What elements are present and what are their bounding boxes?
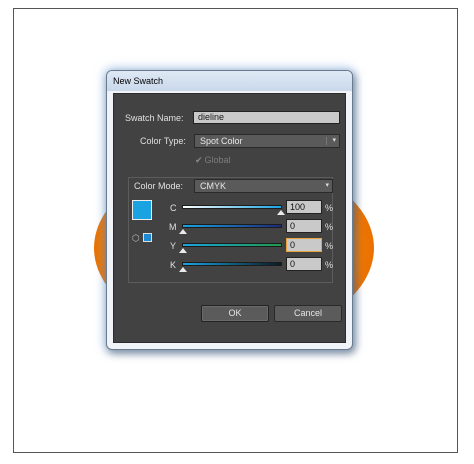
web-safe-color-swatch[interactable] (143, 233, 152, 242)
check-icon: ✔ (195, 155, 203, 165)
swatch-name-label: Swatch Name: (125, 113, 184, 123)
cyan-slider-thumb[interactable] (277, 210, 285, 215)
ok-button[interactable]: OK (201, 305, 269, 322)
dropdown-divider (326, 137, 327, 145)
dialog-titlebar[interactable]: New Swatch (107, 71, 352, 91)
black-value-input[interactable]: 0 (286, 257, 322, 271)
yellow-slider-thumb[interactable] (179, 248, 187, 253)
cyan-slider-track[interactable] (182, 205, 282, 209)
slider-label-c: C (170, 203, 177, 213)
color-mode-dropdown[interactable]: CMYK ▾ (194, 179, 333, 193)
cyan-percent: % (325, 203, 334, 213)
color-mode-value: CMYK (200, 181, 227, 191)
magenta-slider-track[interactable] (182, 224, 282, 228)
black-percent: % (325, 260, 334, 270)
color-preview-swatch (132, 200, 152, 220)
magenta-percent: % (325, 222, 334, 232)
out-of-gamut-cube-icon[interactable]: ⬡ (132, 233, 140, 244)
magenta-value-input[interactable]: 0 (286, 219, 322, 233)
chevron-down-icon: ▾ (325, 182, 329, 189)
slider-label-y: Y (170, 241, 177, 251)
dialog-title: New Swatch (113, 76, 164, 86)
swatch-name-input[interactable]: dieline (193, 111, 340, 124)
cyan-value-input[interactable]: 100 (286, 200, 322, 214)
slider-label-k: K (170, 260, 177, 270)
color-type-label: Color Type: (140, 136, 186, 146)
black-slider-track[interactable] (182, 262, 282, 266)
cancel-button[interactable]: Cancel (274, 305, 342, 322)
global-checkbox[interactable]: ✔ Global (195, 155, 231, 166)
chevron-down-icon: ▾ (332, 137, 336, 144)
yellow-percent: % (325, 241, 334, 251)
yellow-slider-track[interactable] (182, 243, 282, 247)
black-slider-thumb[interactable] (179, 267, 187, 272)
slider-label-m: M (169, 222, 177, 232)
yellow-value-input[interactable]: 0 (286, 238, 322, 252)
color-type-value: Spot Color (200, 136, 243, 146)
color-mode-label: Color Mode: (134, 181, 184, 191)
magenta-slider-thumb[interactable] (179, 229, 187, 234)
global-label: Global (204, 155, 231, 165)
color-type-dropdown[interactable]: Spot Color ▾ (194, 134, 340, 148)
